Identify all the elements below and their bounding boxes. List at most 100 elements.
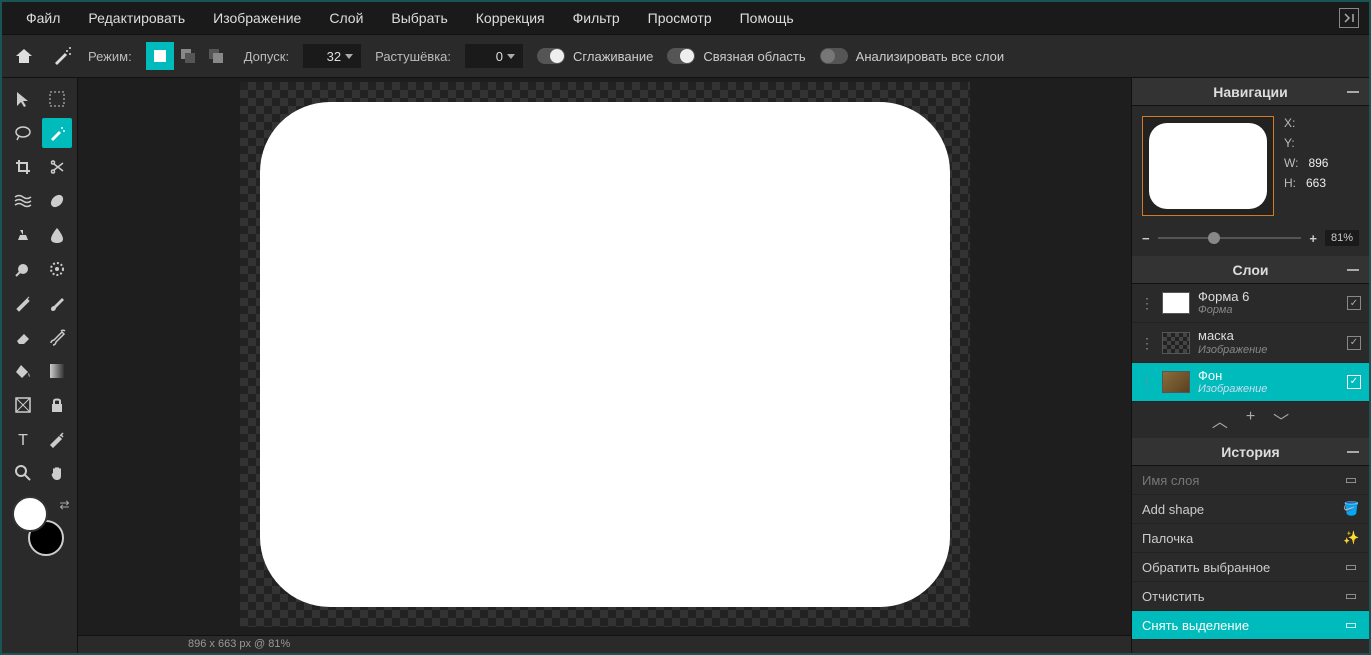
- nav-title: Навигации: [1213, 84, 1288, 100]
- move-tool[interactable]: [8, 84, 38, 114]
- drag-handle-icon[interactable]: ⋮: [1140, 299, 1154, 307]
- chevron-down-icon: [507, 54, 515, 59]
- layer-row[interactable]: ⋮ маскаИзображение ✓: [1132, 323, 1369, 362]
- rect-icon: ▭: [1343, 588, 1359, 604]
- dashed-rect-icon: ▭: [1343, 559, 1359, 575]
- toolbox: T ⇄: [2, 78, 78, 653]
- menu-edit[interactable]: Редактировать: [74, 2, 199, 34]
- mode-subtract-selection[interactable]: [202, 42, 230, 70]
- zoom-in-icon[interactable]: +: [1309, 231, 1317, 246]
- layer-row[interactable]: ⋮ ФонИзображение ✓: [1132, 363, 1369, 402]
- liquify-tool[interactable]: [8, 186, 38, 216]
- visibility-checkbox[interactable]: ✓: [1347, 375, 1361, 389]
- menu-bar: Файл Редактировать Изображение Слой Выбр…: [2, 2, 1369, 34]
- all-layers-toggle[interactable]: Анализировать все слои: [820, 48, 1004, 64]
- layer-up-icon[interactable]: ︿: [1212, 408, 1228, 432]
- heal-tool[interactable]: [42, 186, 72, 216]
- panel-header-layers[interactable]: Слои: [1132, 256, 1369, 284]
- option-bar: Режим: Допуск: 32 Растушёвка: 0 Сглажива…: [2, 34, 1369, 78]
- zoom-slider[interactable]: [1158, 237, 1302, 239]
- navigator-thumbnail[interactable]: [1142, 116, 1274, 216]
- mode-add-selection[interactable]: [174, 42, 202, 70]
- swap-colors-icon[interactable]: ⇄: [59, 498, 69, 512]
- visibility-checkbox[interactable]: ✓: [1347, 296, 1361, 310]
- drag-handle-icon[interactable]: ⋮: [1140, 339, 1154, 347]
- mode-new-selection[interactable]: [146, 42, 174, 70]
- feather-label: Растушёвка:: [375, 49, 451, 64]
- history-item[interactable]: Отчистить▭: [1132, 582, 1369, 611]
- antialias-toggle[interactable]: Сглаживание: [537, 48, 653, 64]
- layer-add-icon[interactable]: +: [1246, 408, 1255, 432]
- brush-tool[interactable]: [42, 288, 72, 318]
- cutout-tool[interactable]: [42, 152, 72, 182]
- layer-thumbnail: [1162, 332, 1190, 354]
- layer-name: Фон: [1198, 369, 1339, 383]
- drag-handle-icon[interactable]: ⋮: [1140, 378, 1154, 386]
- tolerance-label: Допуск:: [244, 49, 289, 64]
- feather-input[interactable]: 0: [465, 44, 523, 68]
- wand-tool[interactable]: [42, 118, 72, 148]
- right-panels: Навигации X: Y: W:896 H:663 − + 81% Слои: [1131, 78, 1369, 653]
- svg-text:T: T: [18, 432, 28, 448]
- expand-icon[interactable]: [1339, 8, 1359, 28]
- lasso-tool[interactable]: [8, 118, 38, 148]
- dodge-tool[interactable]: [8, 254, 38, 284]
- minimize-icon[interactable]: [1347, 269, 1359, 271]
- visibility-checkbox[interactable]: ✓: [1347, 336, 1361, 350]
- menu-adjust[interactable]: Коррекция: [462, 2, 559, 34]
- layer-type: Изображение: [1198, 344, 1339, 356]
- zoom-tool[interactable]: [8, 458, 38, 488]
- gradient-tool[interactable]: [42, 356, 72, 386]
- sponge-tool[interactable]: [42, 254, 72, 284]
- history-item[interactable]: Палочка✨: [1132, 524, 1369, 553]
- eraser-tool[interactable]: [8, 322, 38, 352]
- layer-row[interactable]: ⋮ Форма 6Форма ✓: [1132, 284, 1369, 323]
- minimize-icon[interactable]: [1347, 451, 1359, 453]
- foreground-color[interactable]: [12, 496, 48, 532]
- eyedropper-tool[interactable]: [42, 424, 72, 454]
- canvas[interactable]: [78, 78, 1131, 635]
- marquee-tool[interactable]: [42, 84, 72, 114]
- mode-label: Режим:: [88, 49, 132, 64]
- chevron-down-icon: [345, 54, 353, 59]
- layer-down-icon[interactable]: ﹀: [1273, 408, 1289, 432]
- bucket-icon: 🪣: [1343, 501, 1359, 517]
- history-item[interactable]: Add shape🪣: [1132, 495, 1369, 524]
- menu-file[interactable]: Файл: [12, 2, 74, 34]
- layer-type: Форма: [1198, 304, 1339, 316]
- blur-tool[interactable]: [42, 220, 72, 250]
- feather-value: 0: [496, 49, 503, 64]
- text-tool[interactable]: T: [8, 424, 38, 454]
- pen-tool[interactable]: [8, 288, 38, 318]
- minimize-icon[interactable]: [1347, 91, 1359, 93]
- fill-tool[interactable]: [8, 356, 38, 386]
- all-layers-label: Анализировать все слои: [856, 49, 1004, 64]
- history-item[interactable]: Снять выделение▭: [1132, 611, 1369, 640]
- contiguous-label: Связная область: [703, 49, 805, 64]
- crop-tool[interactable]: [8, 152, 38, 182]
- layers-list: ⋮ Форма 6Форма ✓ ⋮ маскаИзображение ✓ ⋮ …: [1132, 284, 1369, 438]
- tolerance-input[interactable]: 32: [303, 44, 361, 68]
- contiguous-toggle[interactable]: Связная область: [667, 48, 805, 64]
- hand-tool[interactable]: [42, 458, 72, 488]
- menu-layer[interactable]: Слой: [315, 2, 377, 34]
- panel-header-navigation[interactable]: Навигации: [1132, 78, 1369, 106]
- lock-tool[interactable]: [42, 390, 72, 420]
- clone-tool[interactable]: [8, 220, 38, 250]
- layer-name: Форма 6: [1198, 290, 1339, 304]
- navigator-info: X: Y: W:896 H:663: [1284, 116, 1328, 190]
- smudge-tool[interactable]: [42, 322, 72, 352]
- menu-view[interactable]: Просмотр: [634, 2, 726, 34]
- menu-select[interactable]: Выбрать: [377, 2, 461, 34]
- home-icon[interactable]: [12, 44, 36, 68]
- zoom-value[interactable]: 81%: [1325, 230, 1359, 246]
- history-item[interactable]: Обратить выбранное▭: [1132, 553, 1369, 582]
- menu-filter[interactable]: Фильтр: [559, 2, 634, 34]
- menu-image[interactable]: Изображение: [199, 2, 315, 34]
- color-swatches[interactable]: ⇄: [10, 496, 70, 556]
- shape-tool[interactable]: [8, 390, 38, 420]
- history-item[interactable]: Имя слоя▭: [1132, 466, 1369, 495]
- menu-help[interactable]: Помощь: [726, 2, 808, 34]
- panel-header-history[interactable]: История: [1132, 438, 1369, 466]
- zoom-out-icon[interactable]: −: [1142, 231, 1150, 246]
